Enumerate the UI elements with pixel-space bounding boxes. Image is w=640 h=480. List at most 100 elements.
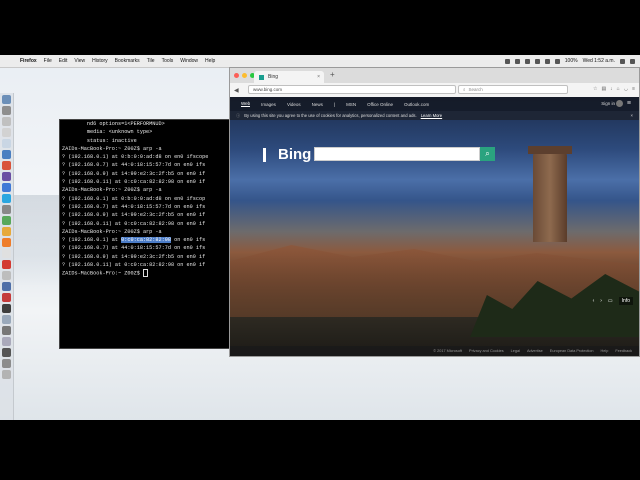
app-icon[interactable] (2, 337, 11, 346)
hamburger-menu-icon[interactable]: ≡ (627, 100, 631, 107)
image-gallery-icon[interactable]: ▭ (608, 298, 613, 304)
battery-percent[interactable]: 100% (565, 58, 578, 64)
wifi-icon[interactable] (554, 58, 560, 64)
nav-images[interactable]: Images (261, 102, 276, 107)
footer-legal-link[interactable]: Legal (511, 349, 520, 353)
download-icon[interactable]: ↓ (610, 86, 613, 92)
footer-help-link[interactable]: Help (601, 349, 609, 353)
nav-outlook[interactable]: Outlook.com (404, 102, 429, 107)
tab-bing[interactable]: Bing × (254, 71, 324, 83)
footer-privacy-link[interactable]: Privacy and Cookies (469, 349, 504, 353)
firefox-icon[interactable] (2, 238, 11, 247)
menu-tile[interactable]: Tile (147, 58, 155, 64)
nav-web[interactable]: Web (241, 101, 251, 107)
home-icon[interactable]: ⌂ (617, 86, 620, 92)
back-arrow-icon[interactable]: ◀ (234, 87, 239, 94)
menu-edit[interactable]: Edit (59, 58, 68, 64)
menu-app-name[interactable]: Firefox (20, 58, 37, 64)
notification-center-icon[interactable] (630, 58, 635, 64)
pocket-icon[interactable]: ◡ (624, 86, 628, 92)
app-icon[interactable] (2, 348, 11, 357)
avatar[interactable] (616, 100, 623, 107)
menu-tools[interactable]: Tools (162, 58, 174, 64)
close-tab-icon[interactable]: × (317, 74, 320, 80)
bing-search-input[interactable] (314, 147, 480, 161)
new-tab-button[interactable]: + (330, 70, 335, 79)
app-icon[interactable] (2, 249, 11, 258)
close-banner-icon[interactable]: × (631, 113, 633, 118)
menu-icon[interactable]: ≡ (632, 86, 635, 92)
learn-more-link[interactable]: Learn More (421, 113, 442, 118)
tray-app-icon[interactable] (544, 58, 550, 64)
app-icon[interactable] (2, 216, 11, 225)
app-icon[interactable] (2, 183, 11, 192)
app-icon[interactable] (2, 172, 11, 181)
finder-icon[interactable] (2, 95, 11, 104)
toolbar-icons: ☆ ▤ ↓ ⌂ ◡ ≡ (593, 86, 635, 92)
spotlight-icon[interactable] (620, 58, 625, 64)
terminal-window[interactable]: nd6 options=1<PERFORMNUD> media: <unknow… (59, 119, 241, 349)
system-icon[interactable] (2, 117, 11, 126)
terminal-line: ? (192.168.0.1) at 0:b:0:0:ad:d8 on en0 … (62, 154, 209, 161)
nav-msn[interactable]: MSN (346, 102, 356, 107)
safari-icon[interactable] (2, 150, 11, 159)
clock[interactable]: Wed 1:52 a.m. (583, 58, 615, 64)
terminal-prompt-line[interactable]: ZAIDs-MacBook-Pro:~ Z00Z$ (60, 269, 240, 278)
sign-in-link[interactable]: Sign in (601, 101, 615, 106)
footer-data-protection-link[interactable]: European Data Protection (550, 349, 594, 353)
reader-icon[interactable]: ▤ (601, 86, 606, 92)
bing-page: Web Images Videos News | MSN Office Onli… (230, 97, 639, 356)
terminal-line: ? (192.168.0.7) at 44:0:18:15:57:7d on e… (62, 162, 206, 169)
nav-office-online[interactable]: Office Online (367, 102, 393, 107)
skype-icon[interactable] (2, 194, 11, 203)
info-icon: ⓘ (236, 112, 241, 118)
tray-app-icon[interactable] (534, 58, 540, 64)
app-icon[interactable] (2, 205, 11, 214)
footer-advertise-link[interactable]: Advertise (527, 349, 543, 353)
app-icon[interactable] (2, 128, 11, 137)
bing-search-button[interactable]: ⌕ (480, 147, 495, 161)
nav-news[interactable]: News (312, 102, 323, 107)
next-image-icon[interactable]: › (600, 298, 602, 304)
app-icon[interactable] (2, 282, 11, 291)
search-bar[interactable]: ⌕ Search (458, 85, 568, 94)
terminal-line: ZAIDs-MacBook-Pro:~ Z00Z$ arp -a (62, 145, 162, 152)
chrome-icon[interactable] (2, 227, 11, 236)
image-info-button[interactable]: Info (618, 297, 633, 305)
tray-app-icon[interactable] (504, 58, 510, 64)
terminal-line: status: inactive (62, 137, 137, 144)
app-icon[interactable] (2, 139, 11, 148)
menu-file[interactable]: File (44, 58, 52, 64)
footer-feedback-link[interactable]: Feedback (615, 349, 632, 353)
app-icon[interactable] (2, 326, 11, 335)
letterbox-bottom (0, 420, 640, 480)
app-icon[interactable] (2, 271, 11, 280)
terminal-line: ? (192.168.0.11) at 0:c0:ca:82:82:98 on … (62, 220, 206, 227)
cookie-banner: ⓘ By using this site you agree to the us… (230, 111, 639, 120)
nav-videos[interactable]: Videos (287, 102, 301, 107)
desktop: Firefox File Edit View History Bookmarks… (0, 55, 640, 420)
tray-app-icon[interactable] (524, 58, 530, 64)
star-icon[interactable]: ☆ (593, 86, 597, 92)
menu-window[interactable]: Window (180, 58, 198, 64)
tray-app-icon[interactable] (514, 58, 520, 64)
trash-icon[interactable] (2, 370, 11, 379)
nav-bar: ◀ www.bing.com ⌕ Search ☆ ▤ ↓ ⌂ ◡ ≡ (230, 83, 639, 98)
prev-image-icon[interactable]: ‹ (593, 298, 595, 304)
launchpad-icon[interactable] (2, 106, 11, 115)
menu-help[interactable]: Help (205, 58, 215, 64)
bing-logo[interactable]: Bing (263, 146, 311, 163)
app-icon[interactable] (2, 359, 11, 368)
yahoo-icon[interactable] (2, 260, 11, 269)
url-bar[interactable]: www.bing.com (248, 85, 456, 94)
terminal-selection[interactable]: 0:c0:ca:82:82:98 (121, 237, 171, 244)
menu-view[interactable]: View (74, 58, 85, 64)
app-icon[interactable] (2, 315, 11, 324)
app-icon[interactable] (2, 161, 11, 170)
app-icon[interactable] (2, 293, 11, 302)
terminal-icon[interactable] (2, 304, 11, 313)
menu-history[interactable]: History (92, 58, 108, 64)
minimize-window-button[interactable] (242, 73, 247, 78)
menu-bookmarks[interactable]: Bookmarks (115, 58, 140, 64)
close-window-button[interactable] (234, 73, 239, 78)
